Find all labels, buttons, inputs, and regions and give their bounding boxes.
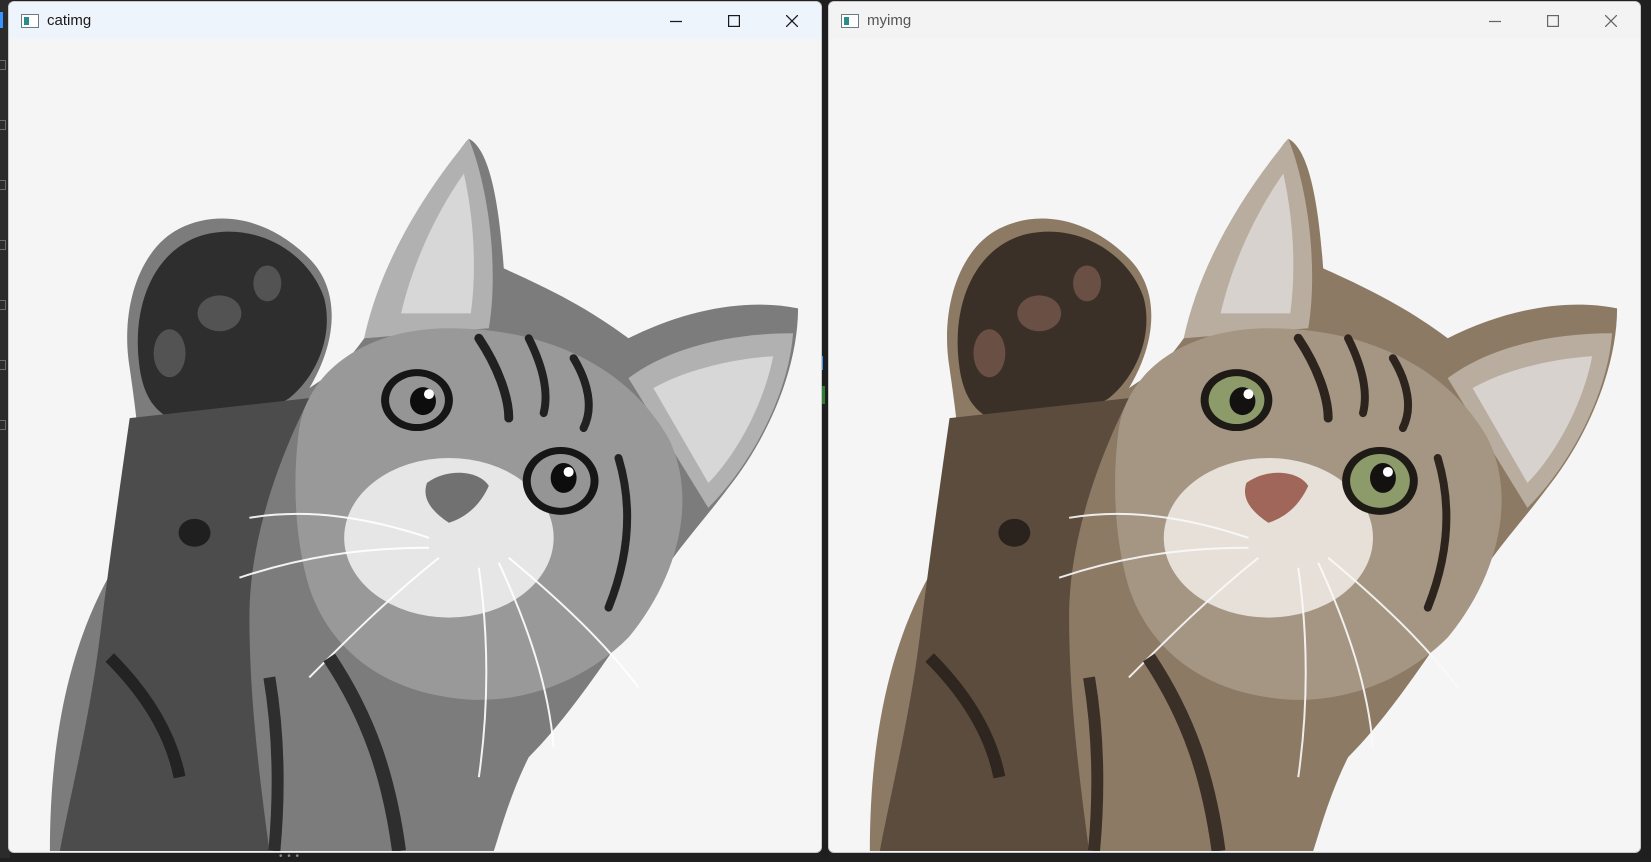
gutter-glyph <box>0 360 6 370</box>
maximize-button[interactable] <box>1524 2 1582 39</box>
window-title: catimg <box>47 12 92 29</box>
window-title: myimg <box>867 12 912 29</box>
image-window-icon <box>21 13 39 28</box>
window-catimg[interactable]: catimg <box>8 1 822 853</box>
titlebar[interactable]: myimg <box>829 2 1640 39</box>
window-myimg[interactable]: myimg <box>828 1 1641 853</box>
minimize-icon <box>1489 20 1501 22</box>
image-canvas[interactable] <box>830 39 1639 851</box>
image-window-icon <box>841 13 859 28</box>
minimize-button[interactable] <box>1466 2 1524 39</box>
minimize-button[interactable] <box>647 2 705 39</box>
gutter-glyph <box>0 180 6 190</box>
gutter-glyph <box>0 300 6 310</box>
kitten-image <box>830 39 1639 851</box>
close-button[interactable] <box>1582 2 1640 39</box>
minimize-icon <box>670 20 682 22</box>
resize-grip-icon[interactable]: • • • <box>279 851 300 862</box>
gutter-glyph <box>0 120 6 130</box>
maximize-icon <box>1547 14 1559 27</box>
close-icon <box>1605 14 1617 27</box>
gutter-glyph <box>0 420 6 430</box>
kitten-image <box>10 39 820 851</box>
maximize-icon <box>728 14 740 27</box>
background-editor-edge <box>1641 0 1651 858</box>
close-button[interactable] <box>763 2 821 39</box>
titlebar[interactable]: catimg <box>9 2 821 39</box>
gutter-glyph <box>0 240 6 250</box>
image-canvas[interactable] <box>10 39 820 851</box>
gutter-glyph <box>0 60 6 70</box>
close-icon <box>786 14 798 27</box>
editor-accent-bar <box>0 12 3 28</box>
maximize-button[interactable] <box>705 2 763 39</box>
